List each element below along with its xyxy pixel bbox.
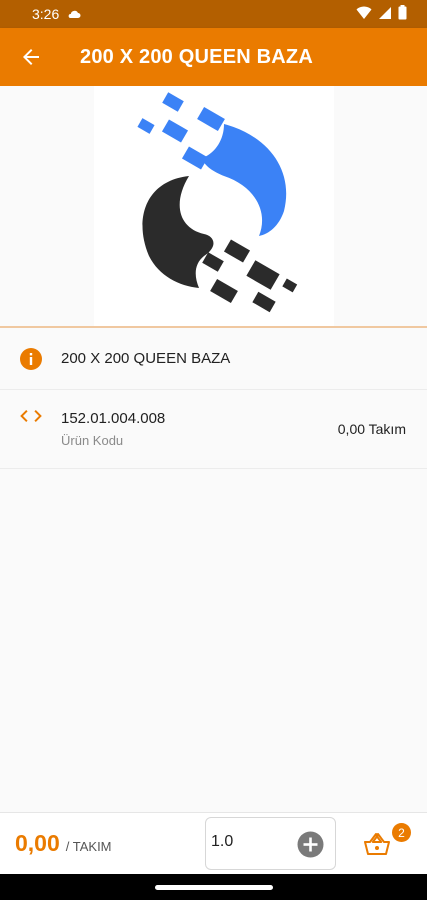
home-handle[interactable] [155, 885, 273, 890]
cloud-icon [67, 9, 81, 19]
quantity-stepper [205, 817, 336, 870]
app-bar: 200 X 200 QUEEN BAZA [0, 28, 427, 86]
status-bar: 3:26 [0, 0, 427, 28]
quantity-input[interactable] [211, 832, 291, 851]
product-code-label: Ürün Kodu [61, 433, 124, 448]
product-code-row: 152.01.004.008 Ürün Kodu 0,00 Takım [0, 390, 427, 469]
cart-count-badge: 2 [392, 823, 411, 842]
battery-icon [398, 5, 407, 23]
total-price: 0,00 / TAKIM [15, 830, 112, 857]
wifi-icon [356, 6, 372, 23]
total-unit: / TAKIM [65, 839, 112, 854]
product-image-area [0, 86, 427, 326]
basket-icon [364, 833, 390, 855]
product-name-row: 200 X 200 QUEEN BAZA [0, 328, 427, 390]
bottom-bar: 0,00 / TAKIM 2 [0, 812, 427, 874]
product-code: 152.01.004.008 [61, 410, 166, 427]
code-icon [20, 410, 42, 422]
status-time: 3:26 [32, 6, 60, 22]
arrow-left-icon [23, 49, 39, 65]
product-name: 200 X 200 QUEEN BAZA [61, 350, 231, 367]
product-image[interactable] [93, 86, 334, 326]
product-price: 0,00 Takım [337, 421, 406, 437]
system-nav-bar [0, 874, 427, 900]
signal-icon [378, 6, 392, 23]
brand-logo [136, 92, 297, 313]
plus-icon[interactable] [297, 831, 324, 858]
page-title: 200 X 200 QUEEN BAZA [80, 45, 313, 68]
info-icon [20, 347, 42, 370]
back-button[interactable] [2, 28, 60, 86]
total-amount: 0,00 [15, 830, 60, 856]
